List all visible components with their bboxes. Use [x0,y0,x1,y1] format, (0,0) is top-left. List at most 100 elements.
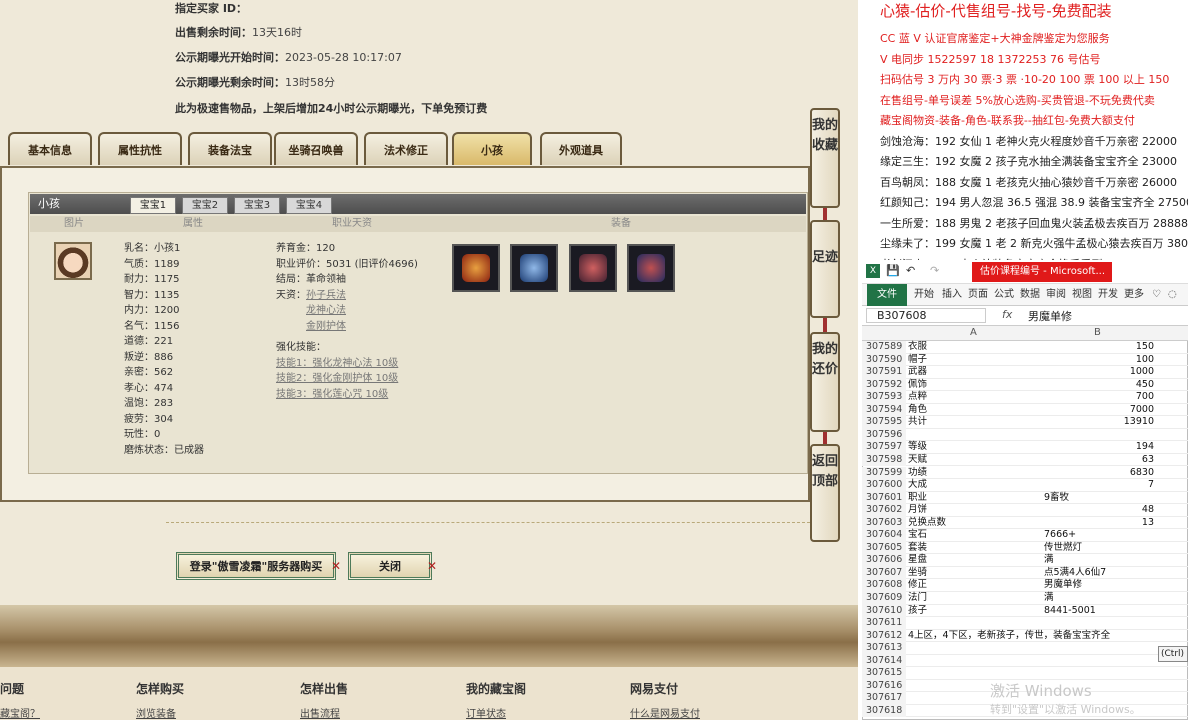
tab-child[interactable]: 小孩 [452,132,532,165]
ribbon-tab[interactable]: 数据 [1020,284,1040,306]
close-button[interactable]: 关闭 ✕ [348,552,437,580]
cell-a[interactable]: 孩子 [908,605,1042,618]
cell-a[interactable]: 套装 [908,542,1042,555]
cell-b[interactable]: 48 [1044,504,1154,517]
cell-b[interactable]: 满 [1044,554,1154,567]
skill-link[interactable]: 技能2：强化金刚护体 10级 [276,371,418,387]
baby-tab-1[interactable]: 宝宝1 [130,197,176,214]
cell-a[interactable]: 佩饰 [908,379,1042,392]
cell-b[interactable]: 7000 [1044,404,1154,417]
row-number[interactable]: 307606 [862,554,906,567]
cell-a[interactable]: 坐骑 [908,567,1042,580]
cell-b[interactable]: 满 [1044,592,1154,605]
cell-b[interactable]: 450 [1044,379,1154,392]
cell-a[interactable]: 武器 [908,366,1042,379]
cell-b[interactable]: 传世燃灯 [1044,542,1154,555]
footer-link[interactable]: 浏览装备 [136,705,176,720]
tab-appearance[interactable]: 外观道具 [540,132,622,165]
equip-slot-1[interactable] [452,244,500,292]
cell-a[interactable]: 4上区，4下区，老新孩子，传世，装备宝宝齐全 [908,630,1110,643]
row-number[interactable]: 307607 [862,566,906,580]
baby-tab-2[interactable]: 宝宝2 [182,197,228,214]
cell-a[interactable]: 角色 [908,404,1042,417]
tab-equipment[interactable]: 装备法宝 [188,132,272,165]
row-number[interactable]: 307614 [862,654,906,668]
tab-attributes[interactable]: 属性抗性 [98,132,182,165]
row-number[interactable]: 307609 [862,592,906,605]
row-number[interactable]: 307593 [862,391,906,404]
row-number[interactable]: 307594 [862,403,906,417]
talent-link[interactable]: 孙子兵法 [306,290,346,301]
cell-a[interactable]: 星盘 [908,554,1042,567]
side-my-counteroffer[interactable]: 我的还价 [810,332,840,432]
cell-a[interactable]: 等级 [908,441,1042,454]
talent-link[interactable]: 龙神心法 [306,305,346,316]
login-buy-button[interactable]: 登录"傲雪凌霜"服务器购买 ✕ [176,552,341,580]
baby-tab-4[interactable]: 宝宝4 [286,197,332,214]
footer-link[interactable]: 出售流程 [300,705,340,720]
baby-tab-3[interactable]: 宝宝3 [234,197,280,214]
row-number[interactable]: 307595 [862,416,906,429]
row-number[interactable]: 307591 [862,366,906,379]
name-box[interactable]: B307608 [866,308,986,323]
row-number[interactable]: 307617 [862,692,906,705]
ribbon-tab-file[interactable]: 文件 [867,284,907,306]
row-number[interactable]: 307596 [862,428,906,442]
skill-link[interactable]: 技能1：强化龙神心法 10级 [276,356,418,372]
cell-b[interactable]: 6830 [1044,467,1154,480]
cell-a[interactable]: 大成 [908,479,1042,492]
equip-slot-4[interactable] [627,244,675,292]
row-number[interactable]: 307616 [862,679,906,693]
tab-basic-info[interactable]: 基本信息 [8,132,92,165]
cell-b[interactable]: 8441-5001 [1044,605,1154,618]
cell-a[interactable]: 月饼 [908,504,1042,517]
formula-input[interactable]: 男魔单修 [1028,308,1072,324]
row-number[interactable]: 307608 [862,579,906,592]
fx-icon[interactable]: fx [1002,308,1012,321]
ribbon-tab[interactable]: 开发 [1098,284,1118,306]
row-number[interactable]: 307589 [862,341,906,354]
row-number[interactable]: 307613 [862,642,906,655]
cell-b[interactable]: 7 [1044,479,1154,492]
cell-b[interactable]: 13 [1044,517,1154,530]
cell-b[interactable]: 13910 [1044,416,1154,429]
footer-link[interactable]: 订单状态 [466,705,506,720]
cell-a[interactable]: 衣服 [908,341,1042,354]
ribbon-tab[interactable]: 审阅 [1046,284,1066,306]
account-icon[interactable]: ◌ [1168,284,1177,306]
tab-spells[interactable]: 法术修正 [364,132,448,165]
row-number[interactable]: 307605 [862,541,906,555]
row-number[interactable]: 307598 [862,453,906,467]
row-number[interactable]: 307603 [862,516,906,530]
row-number[interactable]: 307612 [862,629,906,643]
cell-a[interactable]: 共计 [908,416,1042,429]
row-number[interactable]: 307604 [862,529,906,542]
cell-a[interactable]: 天赋 [908,454,1042,467]
cell-b[interactable]: 700 [1044,391,1154,404]
cell-b[interactable]: 1000 [1044,366,1154,379]
cell-b[interactable]: 150 [1044,341,1154,354]
cell-a[interactable]: 法门 [908,592,1042,605]
side-my-favorites[interactable]: 我的收藏 [810,108,840,208]
row-number[interactable]: 307611 [862,617,906,630]
row-number[interactable]: 307615 [862,667,906,680]
ribbon-tab[interactable]: 视图 [1072,284,1092,306]
redo-icon[interactable]: ↷ [930,264,939,277]
cell-b[interactable]: 100 [1044,354,1154,367]
cell-a[interactable]: 修正 [908,579,1042,592]
cell-a[interactable]: 职业 [908,492,1042,505]
ribbon-tab[interactable]: 插入 [942,284,962,306]
help-icon[interactable]: ♡ [1152,284,1161,306]
row-number[interactable]: 307618 [862,704,906,718]
save-icon[interactable]: 💾 [886,264,900,277]
equip-slot-2[interactable] [510,244,558,292]
side-back-to-top[interactable]: 返回顶部 [810,444,840,542]
cell-a[interactable]: 功绩 [908,467,1042,480]
cell-b[interactable]: 男魔单修 [1044,579,1154,592]
footer-link[interactable]: 藏宝阁？ [0,705,40,720]
cell-a[interactable]: 帽子 [908,354,1042,367]
cell-a[interactable]: 点粹 [908,391,1042,404]
ribbon-tab[interactable]: 公式 [994,284,1014,306]
cell-b[interactable]: 9畜牧 [1044,492,1154,505]
row-number[interactable]: 307610 [862,604,906,618]
